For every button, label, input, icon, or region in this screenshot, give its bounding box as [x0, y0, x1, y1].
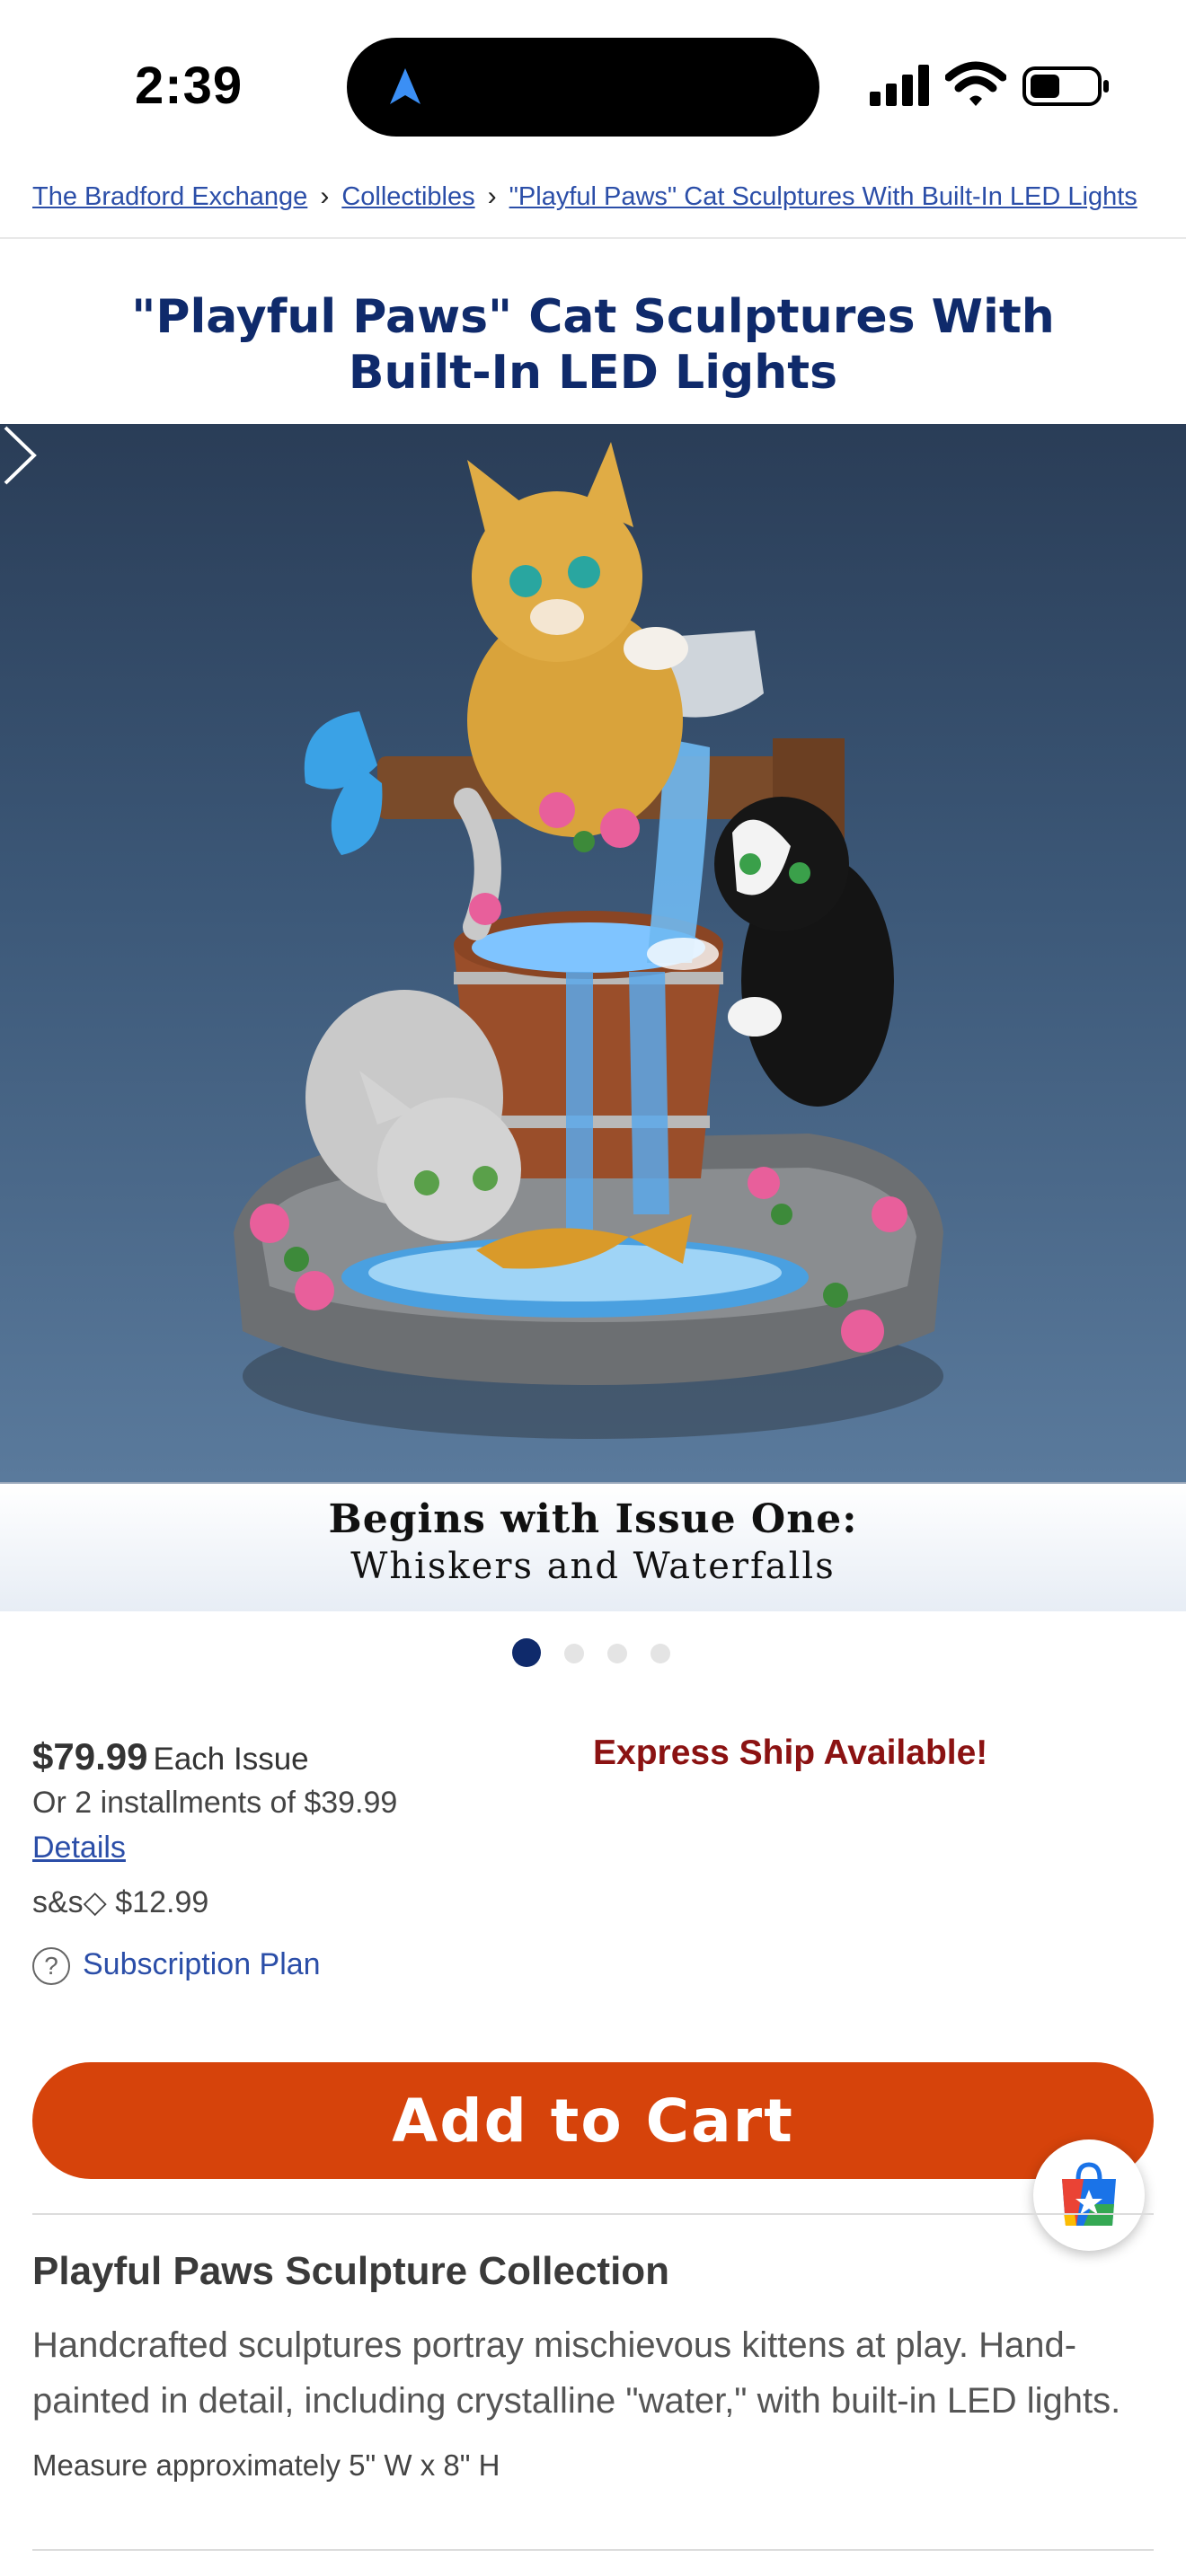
- price: $79.99 Each Issue: [32, 1735, 309, 1778]
- breadcrumb-item-current[interactable]: "Playful Paws" Cat Sculptures With Built…: [509, 182, 1137, 211]
- banner-line-1: Begins with Issue One:: [328, 1496, 858, 1542]
- sculpture-illustration: [234, 442, 943, 1439]
- price-unit: Each Issue: [153, 1742, 309, 1777]
- carousel-dot-3[interactable]: [607, 1644, 627, 1663]
- wifi-icon: [945, 61, 1006, 106]
- breadcrumb-item-collectibles[interactable]: Collectibles: [341, 182, 474, 211]
- breadcrumb: The Bradford Exchange › Collectibles › "Play…: [32, 181, 1164, 212]
- image-banner: Begins with Issue One: Whiskers and Wate…: [0, 1482, 1186, 1611]
- installments-text: Or 2 installments of $39.99: [32, 1786, 398, 1820]
- carousel-next-icon[interactable]: [0, 424, 40, 487]
- navigation-arrow-icon: [390, 68, 420, 104]
- status-time: 2:39: [135, 57, 243, 115]
- subscription-plan-label: Subscription Plan: [83, 1947, 321, 1981]
- help-icon: ?: [32, 1947, 70, 1986]
- shopping-assistant-button[interactable]: [1033, 2139, 1145, 2251]
- add-to-cart-button[interactable]: Add to Cart: [32, 2062, 1154, 2179]
- divider: [0, 237, 1186, 239]
- collection-description: Handcrafted sculptures portray mischievo…: [32, 2325, 1121, 2421]
- collection-heading: Playful Paws Sculpture Collection: [32, 2249, 670, 2293]
- subscription-plan-link[interactable]: ? Subscription Plan: [32, 1947, 321, 1986]
- dynamic-island: [347, 38, 819, 137]
- carousel-dot-2[interactable]: [564, 1644, 584, 1663]
- product-image[interactable]: [0, 424, 1186, 1482]
- express-ship-label: Express Ship Available!: [593, 1734, 988, 1772]
- shipping-cost: s&s◇ $12.99: [32, 1885, 209, 1919]
- carousel-dot-4[interactable]: [651, 1644, 670, 1663]
- breadcrumb-item-home[interactable]: The Bradford Exchange: [32, 182, 307, 211]
- details-link[interactable]: Details: [32, 1831, 126, 1866]
- shopping-bag-icon: [1062, 2162, 1116, 2226]
- collection-measurements: Measure approximately 5" W x 8" H: [32, 2448, 500, 2482]
- divider: [32, 2213, 1154, 2215]
- battery-icon: [1022, 66, 1109, 106]
- banner-line-2: Whiskers and Waterfalls: [350, 1546, 836, 1587]
- page-title: "Playful Paws" Cat Sculptures With Built…: [131, 290, 1055, 400]
- chevron-right-icon: ›: [487, 181, 497, 211]
- cellular-signal-icon: [870, 65, 929, 106]
- divider: [32, 2549, 1154, 2551]
- chevron-right-icon: ›: [320, 181, 330, 211]
- carousel-dot-1[interactable]: [512, 1638, 541, 1667]
- status-bar: 2:39: [0, 0, 1186, 171]
- price-value: $79.99: [32, 1735, 148, 1778]
